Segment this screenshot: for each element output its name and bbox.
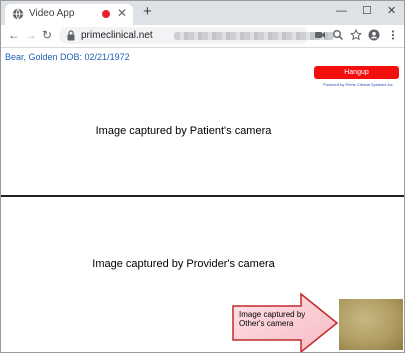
forward-arrow-icon[interactable]: → <box>25 28 37 42</box>
tab-strip: Video App ✕ + — ☐ ✕ <box>1 1 404 25</box>
patient-camera-caption: Image captured by Patient's camera <box>95 125 272 137</box>
account-icon[interactable] <box>368 29 380 41</box>
address-bar[interactable]: primeclinical.net <box>59 27 334 44</box>
search-icon[interactable] <box>332 29 344 41</box>
recording-indicator-icon <box>102 10 110 18</box>
reload-icon[interactable]: ↻ <box>42 28 52 42</box>
browser-toolbar: ← → ↻ primeclinical.net <box>1 25 404 48</box>
other-camera-video <box>339 299 403 350</box>
maximize-button[interactable]: ☐ <box>362 3 372 19</box>
patient-info: Bear, Golden DOB: 02/21/1972 <box>5 52 130 62</box>
back-arrow-icon[interactable]: ← <box>8 28 20 42</box>
other-camera-caption: Image captured by Other's camera <box>239 310 306 328</box>
provider-camera-caption: Image captured by Provider's camera <box>92 258 275 270</box>
url-text: primeclinical.net <box>81 30 153 41</box>
star-icon[interactable] <box>350 29 362 41</box>
camera-icon[interactable] <box>314 29 326 41</box>
browser-window: Video App ✕ + — ☐ ✕ ← → ↻ primeclinical.… <box>0 0 405 353</box>
more-vert-icon[interactable] <box>387 29 399 41</box>
hangup-button[interactable]: Hangup <box>314 66 399 79</box>
close-window-button[interactable]: ✕ <box>387 3 396 19</box>
tab-close-icon[interactable]: ✕ <box>117 6 127 20</box>
other-camera-callout: Image captured by Other's camera <box>229 292 341 352</box>
minimize-button[interactable]: — <box>336 3 347 19</box>
powered-by-link[interactable]: Powered by Prime Clinical Systems Inc <box>314 82 402 87</box>
video-app-page: Bear, Golden DOB: 02/21/1972 Hangup Powe… <box>1 48 404 352</box>
tab-video-app[interactable]: Video App ✕ <box>5 4 133 25</box>
video-divider <box>1 195 404 197</box>
tab-title: Video App <box>29 8 75 19</box>
lock-icon <box>67 30 75 41</box>
new-tab-button[interactable]: + <box>143 3 152 21</box>
redacted-url-path <box>174 32 334 40</box>
globe-icon <box>12 8 24 20</box>
